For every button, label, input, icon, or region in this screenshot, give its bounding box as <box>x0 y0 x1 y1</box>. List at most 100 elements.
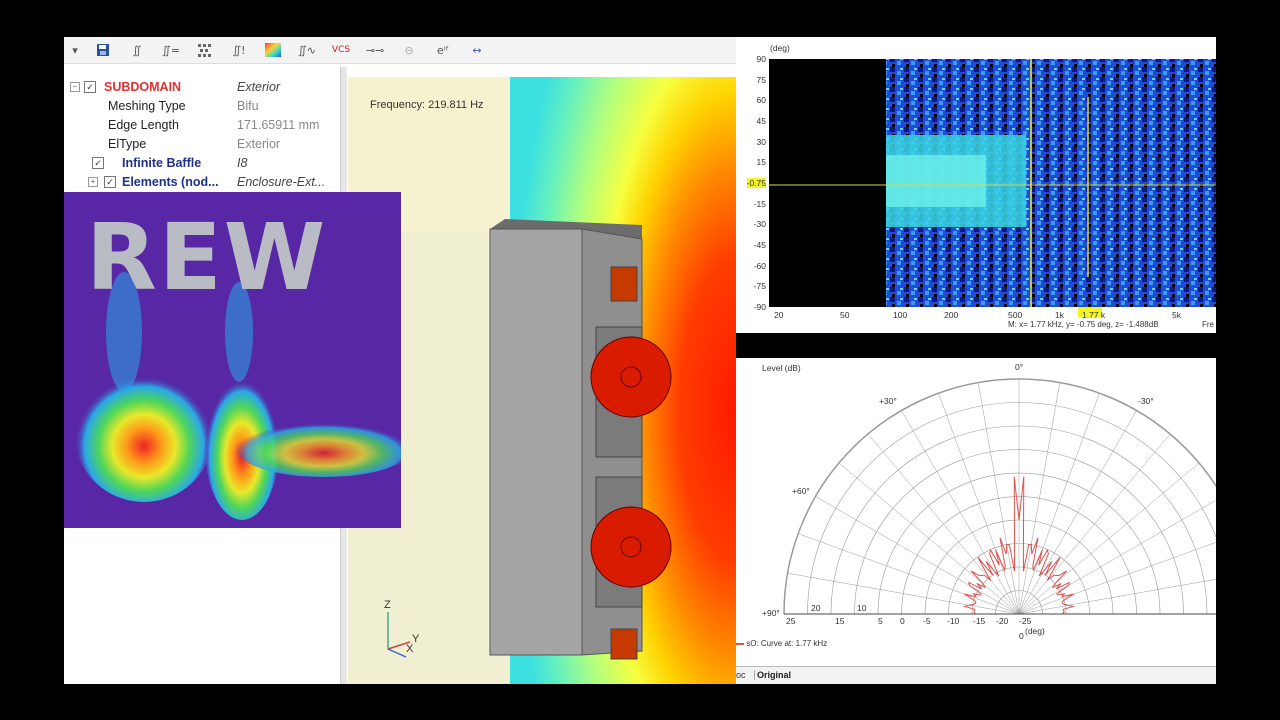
contour-x-tick: 200 <box>944 310 959 320</box>
contour-y-tick: -60 <box>753 260 766 271</box>
contour-readout-right: Fre <box>1202 320 1214 329</box>
polar-radial-tick: 5 <box>878 616 883 626</box>
polar-angle-unit: (deg) <box>1025 626 1045 636</box>
save-icon[interactable] <box>86 38 120 62</box>
checkbox-icon[interactable]: ✓ <box>84 80 96 93</box>
integral-plot-icon[interactable]: ∬∿ <box>290 38 324 62</box>
polar-grid-spoke <box>815 496 1020 615</box>
pressure-field-render <box>348 77 736 684</box>
polar-plot[interactable]: 0° +30° -30° +60° +90° 25 20 15 10 5 0 -5 -10 -15 -20-… <box>736 358 1216 684</box>
polar-radial-tick: 20 <box>811 603 821 613</box>
tab-original[interactable]: Original <box>754 670 791 680</box>
tree-row-infinite-baffle[interactable]: ✓ Infinite Baffle I8 <box>64 153 340 172</box>
polar-radial-tick: 25 <box>786 616 796 626</box>
contour-y-tick: -75 <box>753 281 766 292</box>
tab-oc[interactable]: oc <box>736 670 746 680</box>
tree-row-subdomain[interactable]: − ✓ SUBDOMAIN Exterior <box>64 77 340 96</box>
polar-grid-spoke <box>1018 433 1171 615</box>
contour-x-tick: 5k <box>1172 310 1181 320</box>
tree-key: SUBDOMAIN <box>104 79 182 94</box>
tree-value: I8 <box>237 155 248 170</box>
polar-grid-spoke <box>1018 462 1200 615</box>
polar-plot-panel: Level (dB) 0° +30° -30° +60° +90° 25 20 15 10 5 0-… <box>736 358 1216 684</box>
contour-y-tick: 15 <box>756 157 766 168</box>
legend-text: sO: Curve at: 1.77 kHz <box>746 639 828 648</box>
polar-grid-spoke <box>1018 410 1137 615</box>
tree-key: Meshing Type <box>108 98 186 113</box>
legend-entry: sO: Curve at: 1.77 kHz <box>736 639 827 648</box>
polar-radial-tick: 10 <box>857 603 867 613</box>
polar-angle-label: +90° <box>762 608 780 618</box>
contour-plot[interactable] <box>736 37 1216 333</box>
contour-y-tick: -0.75 <box>746 178 766 188</box>
polar-angle-label: 0° <box>1015 362 1023 372</box>
exp-icon[interactable]: eⁱᶠ <box>426 38 460 62</box>
3d-viewport[interactable]: Frequency: 219.811 Hz Z Y X <box>348 77 736 684</box>
checkbox-icon[interactable]: ✓ <box>92 156 104 169</box>
polar-radial-tick: -10 <box>947 616 960 626</box>
contour-x-tick: 100 <box>893 310 908 320</box>
polar-radial-tick: -5 <box>923 616 931 626</box>
contour-y-tick: 75 <box>756 74 766 85</box>
contour-x-tick: 20 <box>774 310 784 320</box>
polar-radial-tick: -20 <box>996 616 1009 626</box>
tree-row-elements[interactable]: + ✓ Elements (nod... Enclosure-Ext... <box>64 172 340 191</box>
frequency-label: Frequency: 219.811 Hz <box>370 99 484 111</box>
contour-y-tick: -30 <box>753 219 766 230</box>
swap-arrow-icon[interactable]: ↔ <box>460 38 494 62</box>
gradient-icon[interactable] <box>256 38 290 62</box>
contour-x-tick: 1.77 k <box>1082 310 1106 320</box>
tree-row-meshing-type[interactable]: Meshing Type Bifu <box>64 96 340 115</box>
tree-key: Edge Length <box>108 117 179 132</box>
contour-y-tick: -45 <box>753 240 766 250</box>
polar-grid-spoke <box>867 433 1020 615</box>
circle-arrow-icon[interactable]: ⊖ <box>392 38 426 62</box>
polar-radial-tick: 0 <box>900 616 905 626</box>
balance-icon[interactable]: ⊸⊸ <box>358 38 392 62</box>
tree-key: Infinite Baffle <box>122 155 202 170</box>
contour-y-tick: 90 <box>756 54 766 64</box>
contour-y-tick: 45 <box>756 116 766 126</box>
polar-grid-spoke <box>1018 382 1061 615</box>
contour-y-tick: 60 <box>756 95 766 106</box>
polar-angle-label: +30° <box>879 396 897 406</box>
tree-row-eltype[interactable]: ElType Exterior <box>64 134 340 153</box>
tree-value: Bifu <box>237 98 259 113</box>
tree-value: Enclosure-Ext... <box>237 174 326 189</box>
rew-waterfall-image: REW <box>64 192 401 528</box>
checkbox-icon[interactable]: ✓ <box>104 175 116 188</box>
polar-grid-ring <box>783 378 1216 615</box>
polar-tab-bar: oc Original <box>736 666 1216 684</box>
polar-grid-spoke <box>787 572 1020 615</box>
expand-icon[interactable]: + <box>88 176 98 187</box>
integral-equals-icon[interactable]: ∬= <box>154 38 188 62</box>
polar-angle-label: +60° <box>792 486 810 496</box>
collapse-icon[interactable]: − <box>70 81 80 92</box>
axis-x-label: X <box>406 643 414 655</box>
contour-y-tick: -15 <box>753 198 766 209</box>
legend-swatch <box>736 642 744 645</box>
polar-grid-spoke <box>901 410 1020 615</box>
directivity-contour-panel: (deg) M: x= 1.77 kHz, y= -0.75 deg, z= -… <box>736 37 1216 333</box>
integral-bars-icon[interactable]: ∬! <box>222 38 256 62</box>
mesh-icon[interactable] <box>188 38 222 62</box>
tree-value: 171.65911 mm <box>237 117 320 132</box>
polar-radial-tick: -15 <box>973 616 986 626</box>
vcs-icon[interactable]: VCS <box>324 38 358 62</box>
integral-icon[interactable]: ∬ <box>120 38 154 62</box>
polar-grid-spoke <box>1018 499 1216 615</box>
contour-y-tick: -90 <box>753 302 766 312</box>
contour-x-tick: 500 <box>1008 310 1023 320</box>
contour-x-tick: 1k <box>1055 310 1064 320</box>
tree-value: Exterior <box>237 136 281 151</box>
polar-grid-spoke <box>977 382 1020 615</box>
polar-grid-spoke <box>838 462 1020 615</box>
tree-row-edge-length[interactable]: Edge Length 171.65911 mm <box>64 115 340 134</box>
tree-key: ElType <box>108 136 147 151</box>
tree-value: Exterior <box>237 79 281 94</box>
polar-grid-spoke <box>1018 542 1216 615</box>
contour-y-tick: 30 <box>756 136 766 147</box>
dropdown-icon[interactable]: ▾ <box>64 38 86 62</box>
polar-radial-tick: -25 <box>1019 616 1032 626</box>
contour-readout: M: x= 1.77 kHz, y= -0.75 deg, z= -1.488d… <box>1008 320 1159 329</box>
